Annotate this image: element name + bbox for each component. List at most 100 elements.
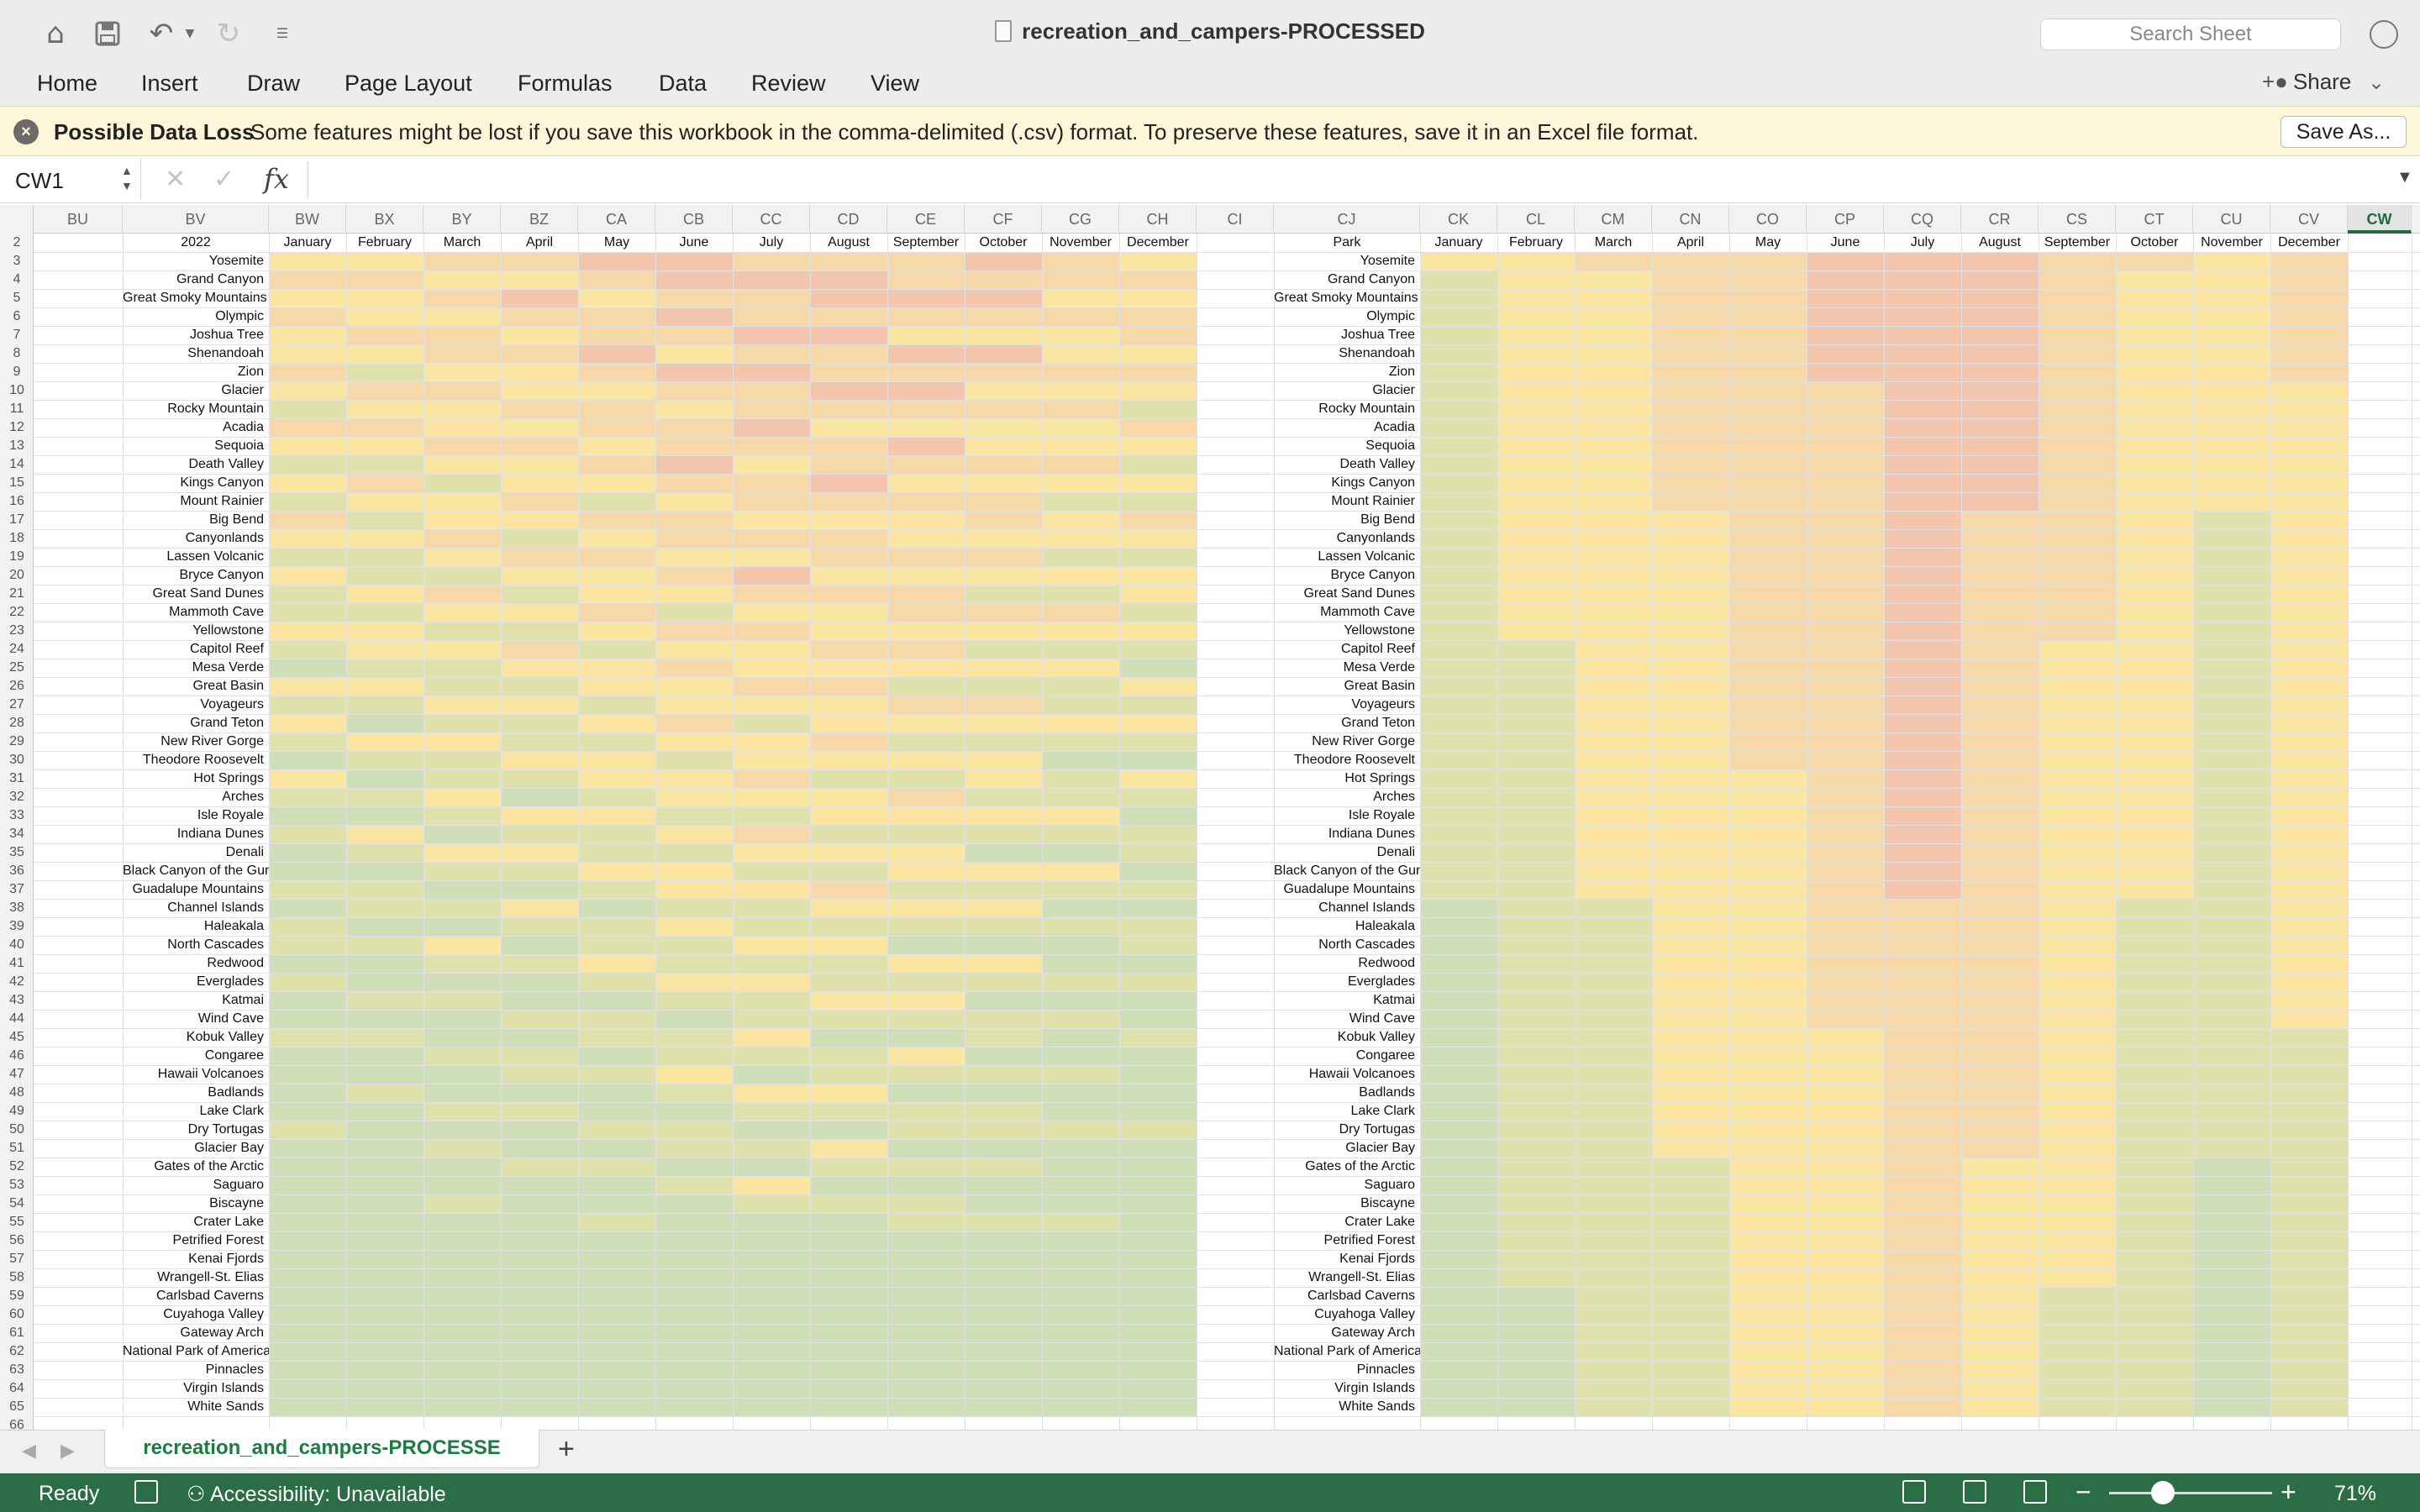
cell-heat[interactable] (1729, 991, 1807, 1010)
cell-heat[interactable] (733, 788, 810, 806)
cell-heat[interactable] (2270, 492, 2348, 511)
cell-heat[interactable] (1807, 566, 1884, 585)
cell-heat[interactable] (2193, 603, 2270, 622)
cell-heat[interactable] (810, 1010, 887, 1028)
cell-heat[interactable] (2270, 1139, 2348, 1158)
cell-heat[interactable] (810, 529, 887, 548)
cell-heat[interactable] (1652, 455, 1729, 474)
cell-park-name[interactable]: Biscayne (1274, 1194, 1420, 1213)
cell-heat[interactable] (346, 1324, 424, 1342)
cell-heat[interactable] (1119, 1213, 1197, 1231)
cell-heat[interactable] (733, 862, 810, 880)
cell-heat[interactable] (1729, 289, 1807, 307)
row-header[interactable]: 7 (0, 326, 34, 344)
cell-heat[interactable] (1807, 548, 1884, 566)
cell-heat[interactable] (346, 806, 424, 825)
cell-heat[interactable] (1119, 973, 1197, 991)
cell-park-name[interactable]: Hot Springs (123, 769, 269, 788)
cell-park-name[interactable]: Virgin Islands (123, 1379, 269, 1398)
cell-heat[interactable] (2039, 1287, 2116, 1305)
spreadsheet-grid[interactable]: BU BV BW BX BY BZ CA CB CC CD CE CF CG CH CI CJ CK CL CM CN… (0, 205, 2420, 1430)
cell-heat[interactable] (2270, 973, 2348, 991)
cell-heat[interactable] (1497, 677, 1575, 696)
cell-heat[interactable] (2193, 1139, 2270, 1158)
cell-heat[interactable] (1884, 363, 1961, 381)
cell-heat[interactable] (1119, 1047, 1197, 1065)
cell-heat[interactable] (2270, 899, 2348, 917)
cell-heat[interactable] (1042, 1231, 1119, 1250)
cell-heat[interactable] (346, 455, 424, 474)
cell-heat[interactable] (501, 1139, 578, 1158)
cell-month-header[interactable]: August (810, 234, 887, 252)
cell-heat[interactable] (1575, 1047, 1652, 1065)
cell-heat[interactable] (965, 640, 1042, 659)
cell-heat[interactable] (1652, 751, 1729, 769)
cell-heat[interactable] (965, 806, 1042, 825)
cell-heat[interactable] (1729, 1121, 1807, 1139)
cell-heat[interactable] (1119, 1121, 1197, 1139)
cell-heat[interactable] (810, 1268, 887, 1287)
zoom-slider[interactable] (2109, 1492, 2272, 1494)
page-break-view-icon[interactable] (2023, 1480, 2047, 1504)
cell-heat[interactable] (501, 270, 578, 289)
cell-heat[interactable] (655, 548, 733, 566)
cell-park-name[interactable]: Arches (123, 788, 269, 806)
cell-heat[interactable] (1961, 1065, 2039, 1084)
cell-heat[interactable] (1497, 1398, 1575, 1416)
cell-heat[interactable] (2116, 363, 2193, 381)
cell-heat[interactable] (424, 548, 501, 566)
cell-heat[interactable] (1042, 363, 1119, 381)
cell-heat[interactable] (346, 289, 424, 307)
cell-heat[interactable] (1729, 954, 1807, 973)
tab-draw[interactable]: Draw (247, 71, 300, 97)
cell-heat[interactable] (655, 1047, 733, 1065)
cell-heat[interactable] (2039, 1194, 2116, 1213)
cell-month-header[interactable]: May (1729, 234, 1807, 252)
row-header[interactable]: 10 (0, 381, 34, 400)
cell-heat[interactable] (733, 1361, 810, 1379)
cell-heat[interactable] (887, 1010, 965, 1028)
cell-heat[interactable] (2039, 1250, 2116, 1268)
cell-heat[interactable] (1042, 677, 1119, 696)
row-header[interactable]: 11 (0, 400, 34, 418)
cell-heat[interactable] (965, 1398, 1042, 1416)
cell-heat[interactable] (810, 1213, 887, 1231)
cell-heat[interactable] (1420, 677, 1497, 696)
cell-heat[interactable] (1729, 548, 1807, 566)
cell-heat[interactable] (1420, 1102, 1497, 1121)
cell-heat[interactable] (1961, 270, 2039, 289)
cell-heat[interactable] (1884, 806, 1961, 825)
cell-heat[interactable] (424, 806, 501, 825)
cell-heat[interactable] (269, 917, 346, 936)
cell-heat[interactable] (578, 511, 655, 529)
cell-park-name[interactable]: Kobuk Valley (123, 1028, 269, 1047)
cell-heat[interactable] (1575, 1305, 1652, 1324)
cell-heat[interactable] (501, 1287, 578, 1305)
cell-heat[interactable] (810, 1342, 887, 1361)
cell-heat[interactable] (1042, 1084, 1119, 1102)
cell-heat[interactable] (578, 1102, 655, 1121)
cell-heat[interactable] (346, 1139, 424, 1158)
cell-heat[interactable] (1420, 880, 1497, 899)
cell-heat[interactable] (424, 1084, 501, 1102)
cell-heat[interactable] (1420, 326, 1497, 344)
cell-park-name[interactable]: Cuyahoga Valley (1274, 1305, 1420, 1324)
cell-heat[interactable] (346, 1065, 424, 1084)
cell-heat[interactable] (655, 1121, 733, 1139)
cell-heat[interactable] (1652, 954, 1729, 973)
cell-park-name[interactable]: Badlands (1274, 1084, 1420, 1102)
cell-heat[interactable] (2193, 843, 2270, 862)
cell-heat[interactable] (1884, 677, 1961, 696)
cell-heat[interactable] (2116, 400, 2193, 418)
cell-heat[interactable] (1042, 843, 1119, 862)
cell-heat[interactable] (1497, 381, 1575, 400)
column-header-cn[interactable]: CN (1652, 205, 1729, 234)
cell-heat[interactable] (1420, 492, 1497, 511)
cell-heat[interactable] (1961, 991, 2039, 1010)
cell-heat[interactable] (1042, 659, 1119, 677)
cell-park-name[interactable]: Capitol Reef (1274, 640, 1420, 659)
cell-heat[interactable] (2039, 307, 2116, 326)
cell-heat[interactable] (346, 307, 424, 326)
cell-heat[interactable] (1807, 1361, 1884, 1379)
cell-park-name[interactable]: Yellowstone (1274, 622, 1420, 640)
